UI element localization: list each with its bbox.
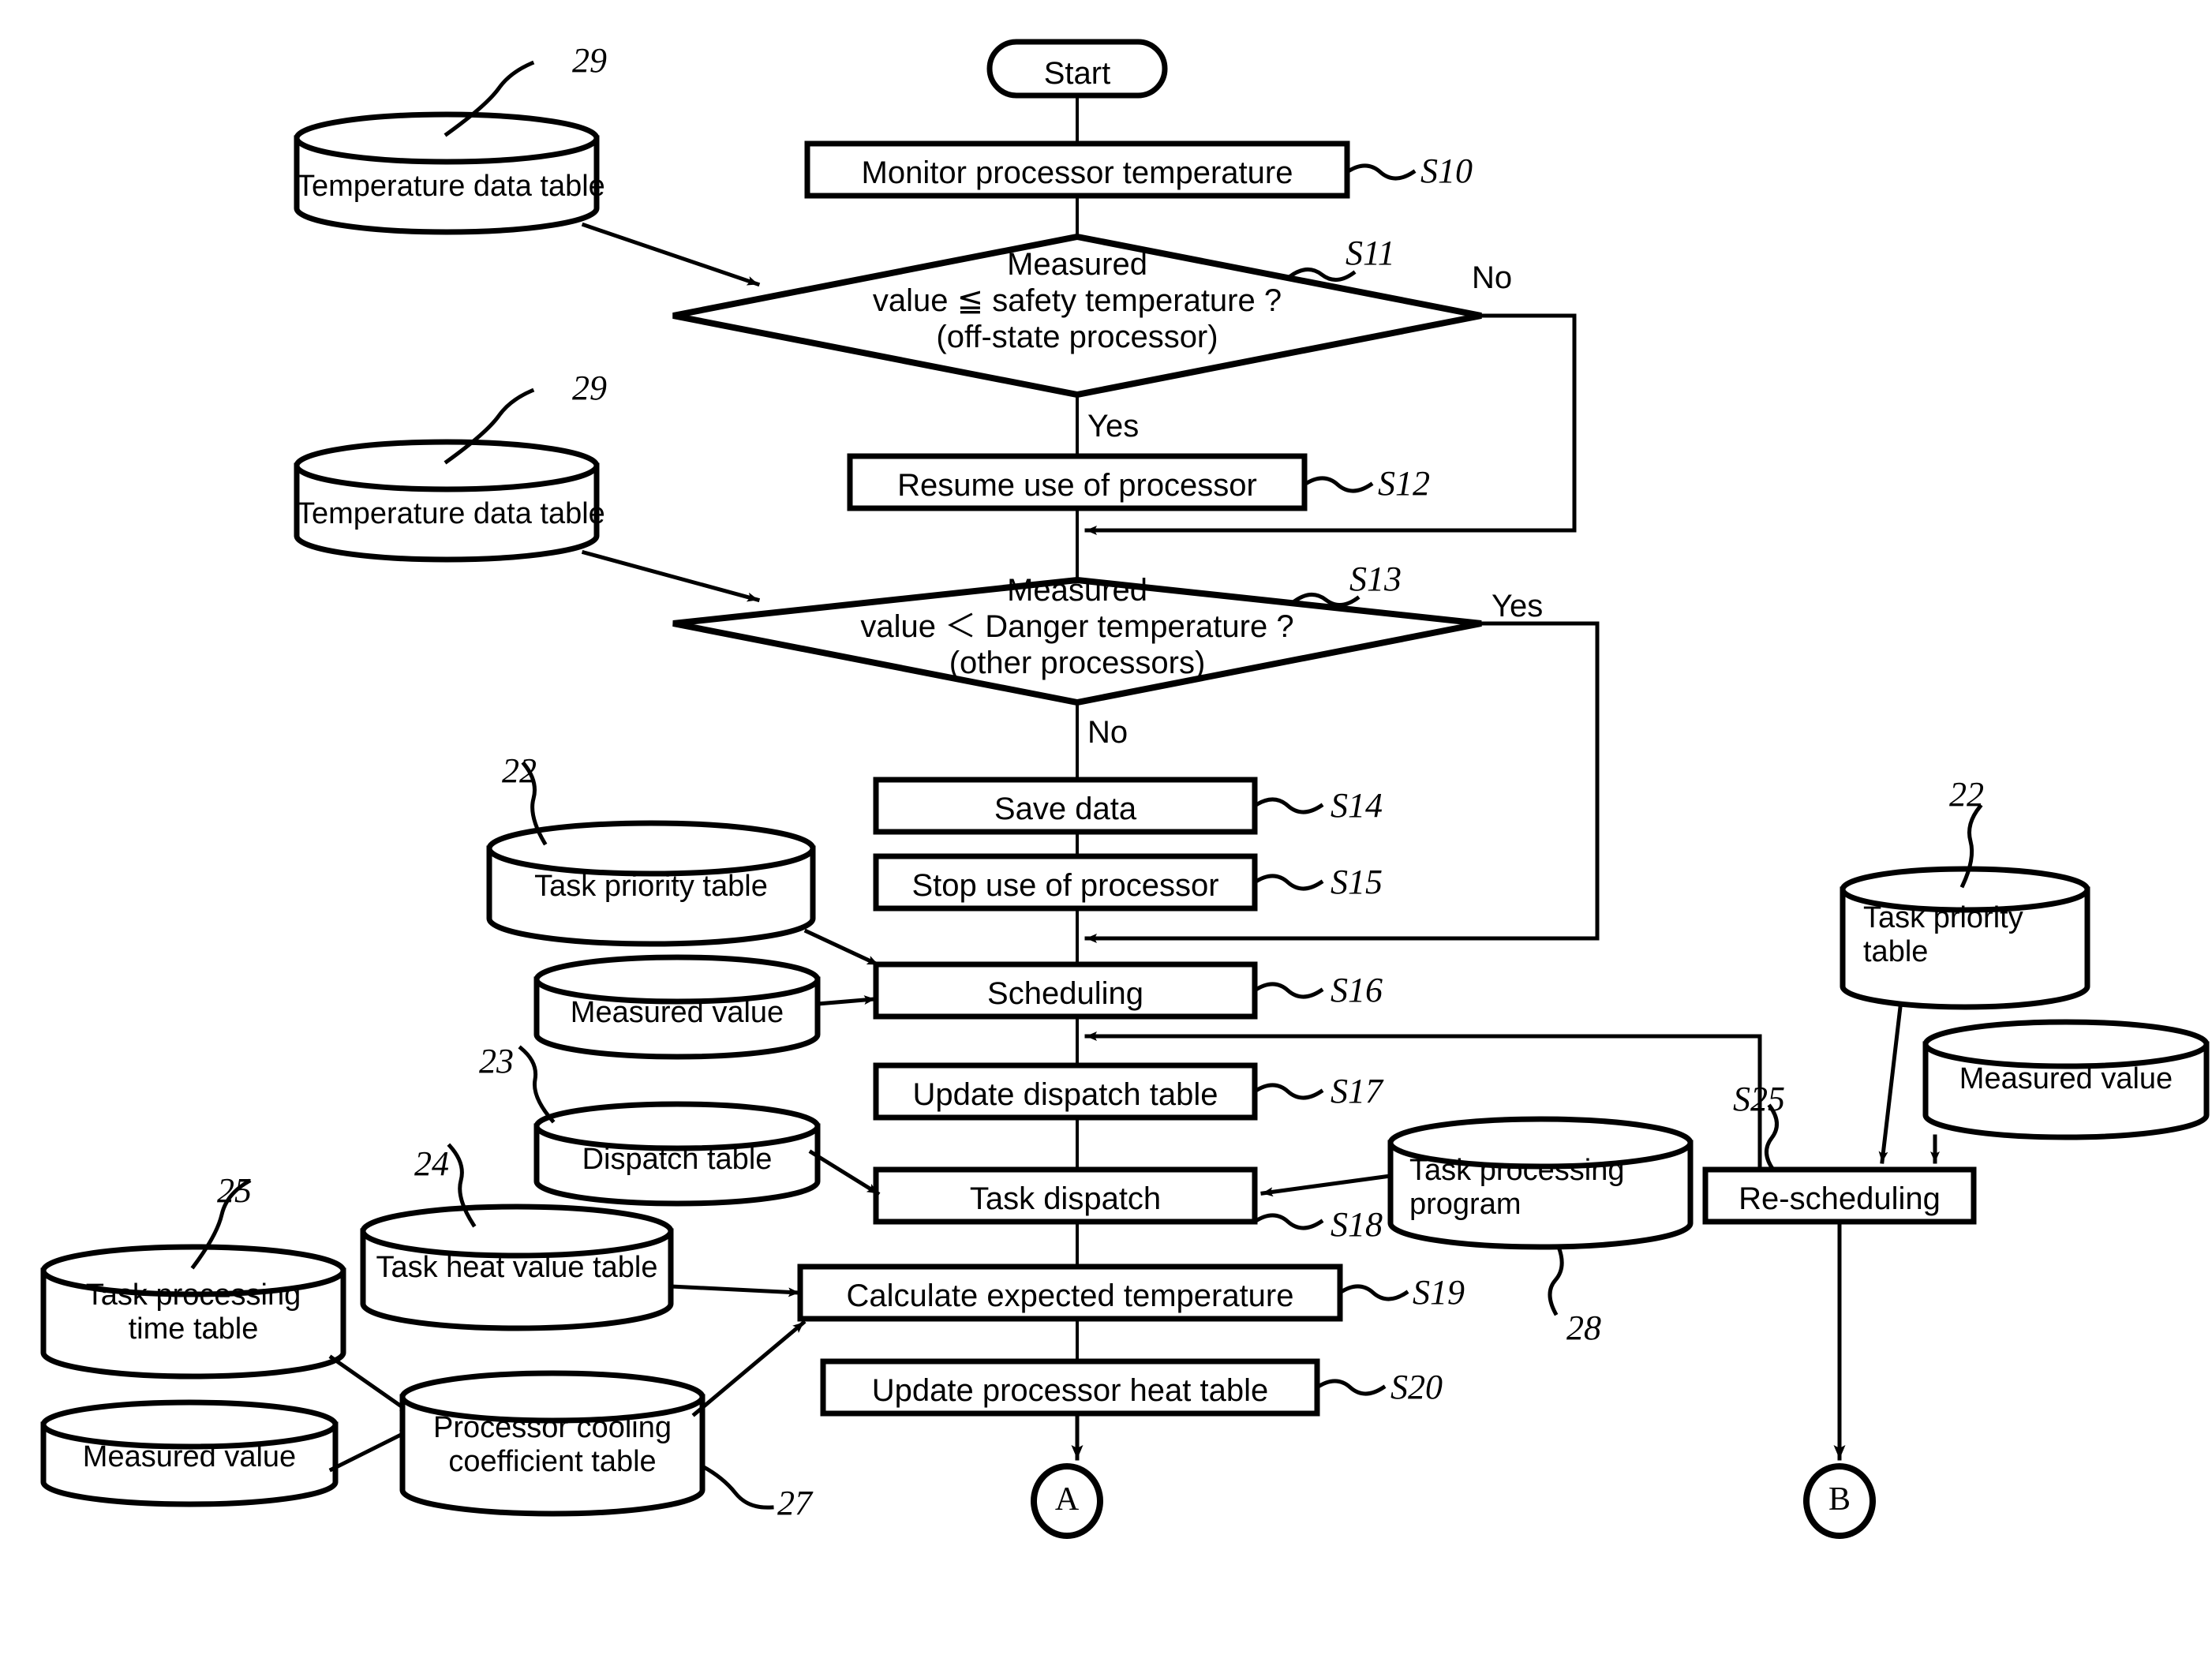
patent-figure-canvas: Start Monitor processor temperature S10 … bbox=[0, 0, 2212, 1666]
flowchart-vector-art bbox=[40, 39, 2210, 1539]
